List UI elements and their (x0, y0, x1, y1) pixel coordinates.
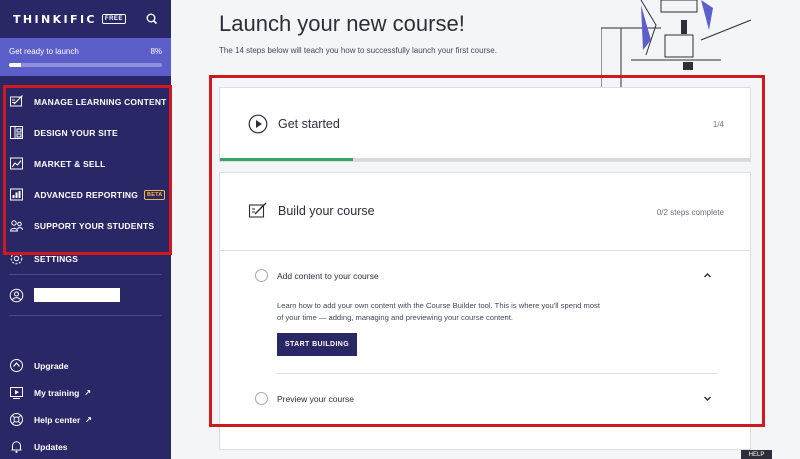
brand-logo[interactable]: THINKIFIC (13, 13, 97, 26)
nav-label: My training (34, 387, 80, 398)
nav-label: Help center (34, 414, 81, 425)
launch-label: Get ready to launch (9, 47, 79, 56)
plan-badge: FREE (101, 14, 126, 24)
bottom-nav: Upgrade My training ↗ Help center ↗ Upda… (0, 352, 171, 459)
bell-icon (11, 441, 22, 453)
nav-my-training[interactable]: My training ↗ (0, 379, 171, 406)
nav-label: Updates (34, 441, 68, 452)
help-tab[interactable]: HELP (741, 450, 772, 459)
nav-label: SETTINGS (34, 253, 79, 264)
upgrade-icon (10, 359, 23, 372)
content-highlight-annotation (209, 75, 765, 427)
logo-row: THINKIFIC FREE (0, 0, 171, 38)
sidebar-highlight-annotation (3, 85, 172, 255)
external-link-icon: ↗ (84, 388, 92, 397)
launch-progress-panel[interactable]: Get ready to launch 8% (0, 38, 171, 76)
lifebuoy-icon (10, 413, 23, 426)
nav-upgrade[interactable]: Upgrade (0, 352, 171, 379)
account-name-redacted (34, 288, 120, 302)
nav-help-center[interactable]: Help center ↗ (0, 406, 171, 433)
account-row[interactable] (0, 275, 171, 315)
launch-progress-fill (9, 63, 22, 67)
page-subtitle: The 14 steps below will teach you how to… (219, 46, 497, 55)
sidebar-divider (9, 315, 162, 316)
nav-updates[interactable]: Updates (0, 433, 171, 459)
nav-label: Upgrade (34, 360, 69, 371)
user-icon (9, 288, 24, 302)
launch-percent: 8% (150, 47, 162, 56)
launch-progress-bar (9, 63, 162, 67)
page-title: Launch your new course! (219, 11, 465, 36)
training-icon (10, 387, 23, 399)
external-link-icon: ↗ (85, 415, 92, 424)
search-icon[interactable] (145, 12, 159, 26)
